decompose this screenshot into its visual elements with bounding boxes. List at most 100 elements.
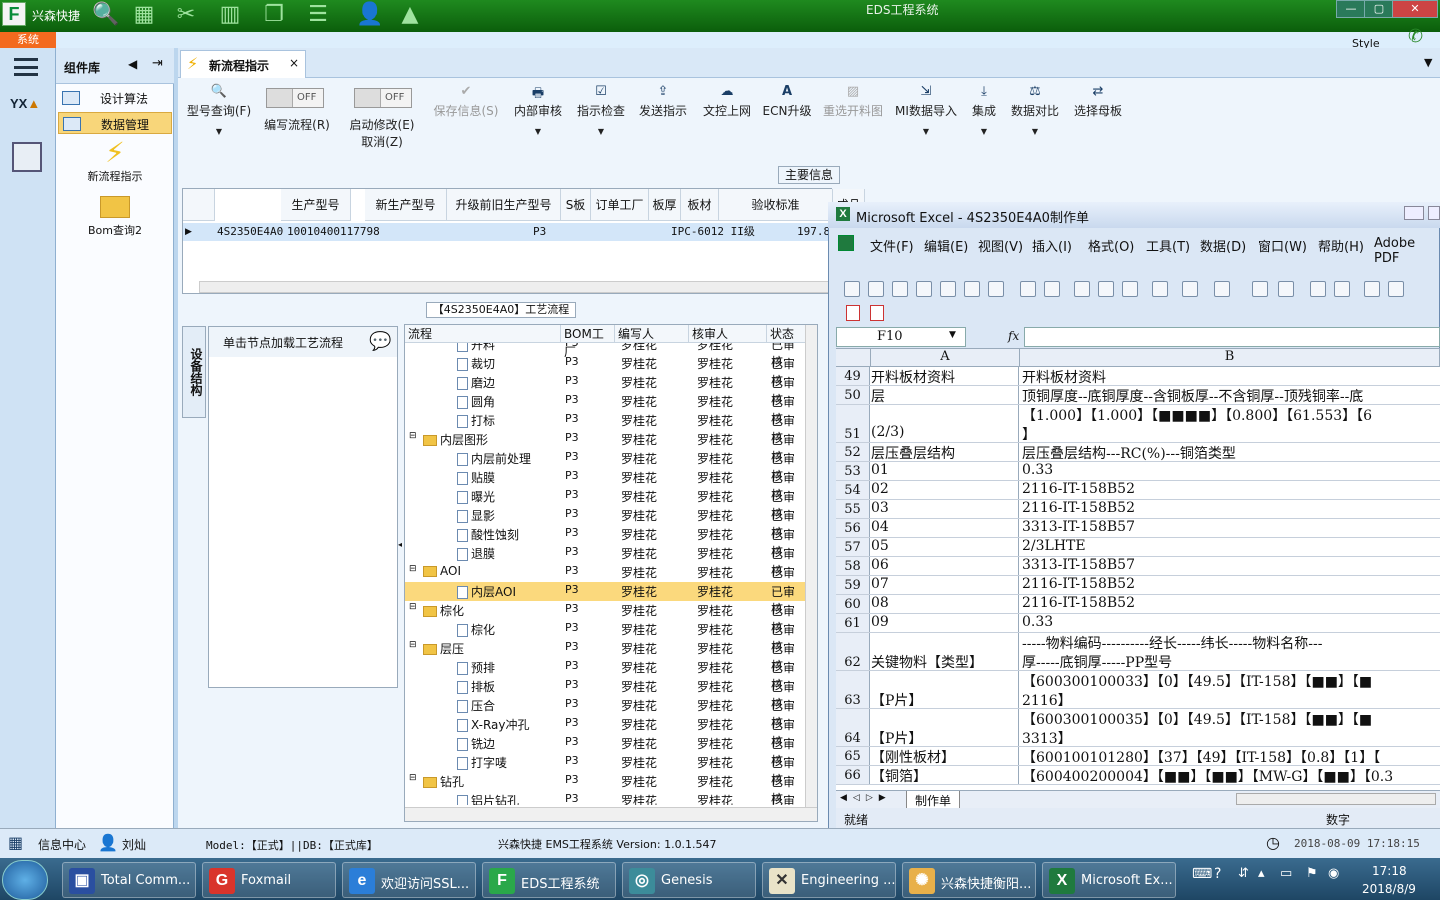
tree-row[interactable]: 酸性蚀刻 P3 罗桂花 罗桂花 已审核 (405, 525, 805, 559)
excel-menu-item[interactable]: 视图(V) (978, 236, 1023, 255)
send-instruction-button[interactable]: ⇪ 发送指示 (636, 84, 690, 154)
sheet-row[interactable]: 61 09 0.33 (836, 614, 1440, 633)
display-icon[interactable]: ▭ (1280, 866, 1292, 881)
sheet-row[interactable]: 58 06 3313-IT-158B57 (836, 557, 1440, 576)
research-icon[interactable] (1044, 281, 1060, 297)
sheet-row[interactable]: 65 【刚性板材】 【600100101280】【37】【49】【IT-158】【0… (836, 747, 1440, 766)
tree-row[interactable]: X-Ray冲孔 P3 罗桂花 罗桂花 已审核 (405, 715, 805, 749)
cell-b[interactable]: 【600300100033】【0】【49.5】【IT-158】【■■】【■ 211… (1020, 671, 1440, 708)
column-header[interactable]: 板厚 (649, 189, 681, 221)
mail-icon[interactable] (940, 281, 956, 297)
row-header[interactable]: 57 (836, 538, 870, 556)
cell-a[interactable]: 【P片】 (871, 671, 1019, 708)
query-model-button[interactable]: 🔍 型号查询(F) ▼ (184, 84, 254, 154)
list-icon[interactable]: ☰ (304, 2, 332, 28)
expand-toggle-icon[interactable]: ⊟ (409, 602, 417, 612)
cell-b[interactable]: 顶铜厚度--底铜厚度--含铜板厚--不含铜厚--顶残铜率--底 (1020, 386, 1440, 404)
row-header[interactable]: 64 (836, 709, 870, 746)
keyboard-icon[interactable]: ⌨ (1192, 866, 1212, 882)
tree-row[interactable]: 预排 P3 罗桂花 罗桂花 已审核 (405, 658, 805, 692)
minimize-button[interactable]: — (1336, 0, 1366, 18)
tab-close-icon[interactable]: × (289, 56, 299, 70)
taskbar-item[interactable]: ✺ 兴森快捷衡阳... (902, 862, 1036, 898)
pdf-convert-icon[interactable] (870, 305, 884, 321)
tree-row[interactable]: 裁切 P3 罗桂花 罗桂花 已审核 (405, 354, 805, 388)
sheet-row[interactable]: 62 关键物料【类型】 -----物料编码----------经长-----纬长--… (836, 633, 1440, 671)
save-icon[interactable] (892, 281, 908, 297)
cell-b[interactable]: 2116-IT-158B52 (1020, 481, 1440, 499)
cell-b[interactable]: 【1.000】【1.000】【■■■■】【0.800】【61.553】【6 】 (1020, 405, 1440, 442)
excel-menu-item[interactable]: 窗口(W) (1258, 236, 1307, 255)
column-header[interactable]: 流程 (405, 325, 561, 343)
excel-menu-item[interactable]: 格式(O) (1088, 236, 1134, 255)
cell-b[interactable]: 0.33 (1020, 462, 1440, 480)
column-header[interactable]: BOM工厂 (561, 325, 615, 359)
excel-restore-button[interactable] (1428, 206, 1440, 220)
row-header[interactable]: 62 (836, 633, 870, 670)
info-center-link[interactable]: 信息中心 (38, 836, 86, 853)
save-info-button[interactable]: ✔ 保存信息(S) (430, 84, 502, 154)
excel-menu-item[interactable]: 工具(T) (1146, 236, 1190, 255)
search-icon[interactable]: 🔍 (92, 2, 120, 28)
taskbar-item[interactable]: F EDS工程系统 (482, 862, 616, 898)
column-header[interactable]: 生产型号 (281, 189, 351, 221)
row-header[interactable]: 52 (836, 443, 870, 461)
select-mother-board-button[interactable]: ⇄ 选择母板 (1070, 84, 1126, 154)
chevron-down-icon[interactable]: ▼ (949, 330, 956, 340)
start-button[interactable] (2, 860, 48, 900)
open-icon[interactable] (868, 281, 884, 297)
grid-icon[interactable]: ▦ (8, 833, 30, 853)
sort-desc-icon[interactable] (1334, 281, 1350, 297)
sheet-row[interactable]: 63 【P片】 【600300100033】【0】【49.5】【IT-158】【■■… (836, 671, 1440, 709)
shield-icon[interactable]: ◉ (1328, 866, 1339, 881)
tray-arrow-icon[interactable]: ▴ (1258, 866, 1265, 881)
taskbar-item[interactable]: ✕ Engineering ... (762, 862, 896, 898)
excel-menu-item[interactable]: 编辑(E) (924, 236, 968, 255)
sheet-row[interactable]: 49 开料板材资料 开料板材资料 (836, 367, 1440, 386)
undo-icon[interactable] (1182, 281, 1198, 297)
cell-b[interactable]: 2116-IT-158B52 (1020, 500, 1440, 518)
row-header[interactable]: 59 (836, 576, 870, 594)
tree-row[interactable]: 内层前处理 P3 罗桂花 罗桂花 已审核 (405, 449, 805, 483)
internal-review-button[interactable]: 🖶 内部审核 ▼ (510, 84, 566, 154)
row-header[interactable]: 50 (836, 386, 870, 404)
chart-icon[interactable]: ▲ (396, 2, 424, 28)
tab-new-flow-instruction[interactable]: ⚡ 新流程指示 × (180, 50, 306, 78)
cell-b[interactable]: 2116-IT-158B52 (1020, 576, 1440, 594)
new-icon[interactable] (844, 281, 860, 297)
column-header[interactable]: 订单工厂 (591, 189, 649, 221)
cell-a[interactable]: 01 (871, 462, 1019, 480)
cell-a[interactable]: 关键物料【类型】 (871, 633, 1019, 670)
horizontal-scrollbar[interactable] (405, 807, 817, 821)
taskbar-item[interactable]: e 欢迎访问SSL... (342, 862, 476, 898)
cell-a[interactable]: 【刚性板材】 (871, 747, 1019, 765)
row-header[interactable]: 61 (836, 614, 870, 632)
horizontal-scrollbar[interactable] (1236, 793, 1436, 805)
expand-toggle-icon[interactable]: ⊟ (409, 640, 417, 650)
row-header[interactable]: 60 (836, 595, 870, 613)
cell-b[interactable]: 3313-IT-158B57 (1020, 557, 1440, 575)
cell-b[interactable]: 3313-IT-158B57 (1020, 519, 1440, 537)
clock-time[interactable]: 17:18 (1372, 864, 1407, 878)
tree-row[interactable]: 磨边 P3 罗桂花 罗桂花 已审核 (405, 373, 805, 407)
mi-import-button[interactable]: ⇲ MI数据导入 ▼ (894, 84, 958, 154)
cell-b[interactable]: 【600400200004】【■■】【■■】【MW-G】【■■】【0.3 (1020, 766, 1440, 784)
integrate-button[interactable]: ⤓ 集成 ▼ (966, 84, 1002, 154)
paste-icon[interactable] (1122, 281, 1138, 297)
edit-flow-toggle[interactable]: OFF (266, 88, 324, 108)
cancel-button[interactable]: 取消(Z) (344, 133, 420, 149)
sheet-row[interactable]: 57 05 2/3LHTE (836, 538, 1440, 557)
tree-row[interactable]: 显影 P3 罗桂花 罗桂花 已审核 (405, 506, 805, 540)
instruction-check-button[interactable]: ☑ 指示检查 ▼ (574, 84, 628, 154)
data-compare-button[interactable]: ⚖ 数据对比 ▼ (1008, 84, 1062, 154)
row-header[interactable]: 65 (836, 747, 870, 765)
tab-equipment-structure[interactable]: 设备结构 (182, 326, 206, 418)
sheet-row[interactable]: 64 【P片】 【600300100035】【0】【49.5】【IT-158】【■■… (836, 709, 1440, 747)
tree-row[interactable]: 打标 P3 罗桂花 罗桂花 已审核 (405, 411, 805, 445)
tab-dropdown-icon[interactable]: ▼ (1424, 56, 1432, 69)
tree-row[interactable]: ⊟ 钻孔 P3 罗桂花 罗桂花 已审核 (405, 772, 805, 805)
tree-row[interactable]: ⊟ 内层图形 P3 罗桂花 罗桂花 已审核 (405, 430, 805, 464)
sheet-row[interactable]: 52 层压叠层结构 层压叠层结构---RC(%)---铜箔类型 (836, 443, 1440, 462)
select-all-corner[interactable] (836, 349, 871, 367)
excel-menu-item[interactable]: 插入(I) (1032, 236, 1072, 255)
